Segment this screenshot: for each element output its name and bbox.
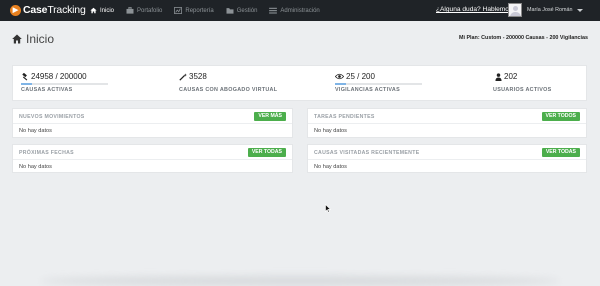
nav-item-inicio[interactable]: Inicio bbox=[90, 7, 114, 14]
vigilancias-progress-bar bbox=[335, 83, 422, 85]
brand-name-bold: Case bbox=[23, 4, 48, 16]
stat-label: CAUSAS ACTIVAS bbox=[21, 87, 73, 93]
briefcase-icon bbox=[126, 7, 134, 14]
mouse-cursor-icon bbox=[325, 204, 331, 213]
user-name[interactable]: María José Román bbox=[527, 7, 573, 13]
panel-title: CAUSAS VISITADAS RECIENTEMENTE bbox=[314, 150, 420, 156]
stat-label: USUARIOS ACTIVOS bbox=[493, 87, 552, 93]
chevron-down-icon[interactable] bbox=[577, 9, 583, 12]
empty-message: No hay datos bbox=[314, 128, 347, 134]
magic-wand-icon bbox=[179, 72, 187, 81]
home-icon bbox=[90, 7, 97, 14]
main-menu: Inicio Portafolio Reportería Gestión Adm… bbox=[90, 0, 332, 21]
top-navbar: ▶ CaseTracking Inicio Portafolio Reporte… bbox=[0, 0, 600, 21]
ver-todos-button[interactable]: VER TODOS bbox=[541, 112, 580, 121]
nav-item-reporteria[interactable]: Reportería bbox=[174, 7, 214, 14]
chart-icon bbox=[174, 7, 183, 14]
ver-mas-button[interactable]: VER MÁS bbox=[254, 112, 286, 121]
ver-todas-button[interactable]: VER TODAS bbox=[541, 148, 580, 157]
plan-info: Mi Plan: Custom - 200000 Causas - 200 Vi… bbox=[458, 35, 588, 41]
menu-icon bbox=[269, 7, 278, 14]
stat-label: VIGILANCIAS ACTIVAS bbox=[335, 87, 400, 93]
help-link[interactable]: ¿Alguna duda? Hablemos bbox=[436, 6, 512, 13]
stat-label: CAUSAS CON ABOGADO VIRTUAL bbox=[179, 87, 278, 93]
empty-message: No hay datos bbox=[314, 164, 347, 170]
panel-tareas-pendientes: TAREAS PENDIENTES VER TODOS No hay datos bbox=[307, 108, 587, 138]
nav-item-label: Administración bbox=[280, 7, 320, 14]
panel-title: NUEVOS MOVIMIENTOS bbox=[19, 114, 85, 120]
logo-mark-icon: ▶ bbox=[10, 4, 21, 16]
nav-item-label: Reportería bbox=[185, 7, 214, 14]
empty-message: No hay datos bbox=[19, 128, 52, 134]
page-header: Inicio bbox=[12, 32, 54, 46]
nav-item-administracion[interactable]: Administración bbox=[269, 7, 320, 14]
page-title: Inicio bbox=[26, 32, 55, 46]
nav-item-gestion[interactable]: Gestión bbox=[226, 7, 258, 14]
stat-abogado-virtual: 3528 CAUSAS CON ABOGADO VIRTUAL bbox=[179, 72, 277, 93]
home-icon bbox=[12, 34, 22, 44]
panel-causas-visitadas: CAUSAS VISITADAS RECIENTEMENTE VER TODAS… bbox=[307, 144, 587, 173]
stats-card: 24958 / 200000 CAUSAS ACTIVAS 3528 CAUSA… bbox=[12, 65, 587, 101]
stat-value: 3528 bbox=[189, 72, 207, 81]
panel-proximas-fechas: PRÓXIMAS FECHAS VER TODAS No hay datos bbox=[12, 144, 293, 173]
empty-message: No hay datos bbox=[19, 164, 52, 170]
stat-usuarios-activos: 202 USUARIOS ACTIVOS bbox=[493, 72, 552, 93]
folder-icon bbox=[226, 8, 234, 14]
avatar[interactable] bbox=[508, 3, 522, 17]
panel-title: TAREAS PENDIENTES bbox=[314, 114, 375, 120]
user-icon bbox=[495, 72, 502, 81]
nav-item-label: Portafolio bbox=[137, 7, 163, 14]
causas-progress-bar bbox=[21, 83, 108, 85]
stat-value: 25 / 200 bbox=[346, 72, 375, 81]
gavel-icon bbox=[22, 72, 28, 80]
bottom-shadow bbox=[40, 276, 560, 286]
stat-value: 202 bbox=[504, 72, 518, 81]
brand-logo[interactable]: ▶ CaseTracking bbox=[10, 4, 86, 16]
nav-item-label: Inicio bbox=[100, 7, 115, 14]
panel-nuevos-movimientos: NUEVOS MOVIMIENTOS VER MÁS No hay datos bbox=[12, 108, 293, 138]
panel-title: PRÓXIMAS FECHAS bbox=[19, 150, 74, 156]
nav-item-portafolio[interactable]: Portafolio bbox=[126, 7, 162, 14]
brand-name-rest: Tracking bbox=[47, 4, 86, 16]
eye-icon bbox=[335, 73, 344, 80]
ver-todas-button[interactable]: VER TODAS bbox=[247, 148, 286, 157]
nav-item-label: Gestión bbox=[236, 7, 258, 14]
stat-value: 24958 / 200000 bbox=[31, 72, 87, 81]
